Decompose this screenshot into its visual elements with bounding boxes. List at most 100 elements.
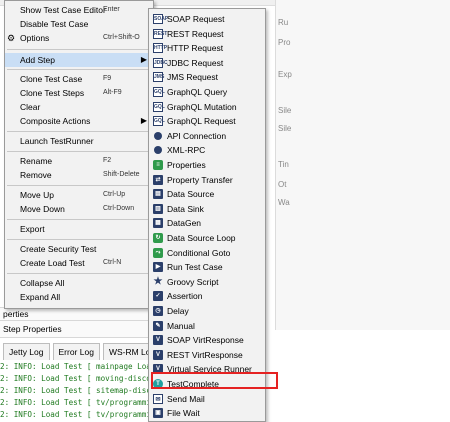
run-test-case-icon: ▶ <box>153 262 163 273</box>
properties-header-fragment: perties <box>0 307 153 321</box>
submenu-item-file-wait[interactable]: ▣ File Wait <box>149 406 265 421</box>
submenu-item-data-sink[interactable]: ▥ Data Sink <box>149 202 265 217</box>
submenu-item-property-transfer[interactable]: ⇄ Property Transfer <box>149 173 265 188</box>
menu-item-label: Collapse All <box>20 278 65 288</box>
menu-separator <box>7 239 151 240</box>
http-icon: HTTP <box>153 43 168 54</box>
gear-icon: ⚙ <box>7 33 16 43</box>
submenu-item-manual[interactable]: ✎ Manual <box>149 319 265 334</box>
submenu-item-datagen[interactable]: ▦ DataGen <box>149 216 265 231</box>
submenu-item-data-source[interactable]: ▤ Data Source <box>149 187 265 202</box>
menu-item-remove[interactable]: Remove Shift-Delete <box>5 168 153 182</box>
menu-item-show-test-case-editor[interactable]: Show Test Case Editor Enter <box>5 3 153 17</box>
shortcut-label: Ctrl-N <box>103 259 122 266</box>
xml-rpc-icon <box>154 146 162 155</box>
shortcut-label: F9 <box>103 75 112 82</box>
add-step-submenu: SOAP SOAP Request REST REST Request HTTP… <box>148 8 266 422</box>
menu-item-clone-test-steps[interactable]: Clone Test Steps Alt-F9 <box>5 86 153 100</box>
assertion-icon: ✓ <box>153 291 163 302</box>
submenu-item-graphql-mutation[interactable]: GQL GraphQL Mutation <box>149 100 265 115</box>
submenu-item-label: HTTP Request <box>167 43 224 54</box>
submenu-item-http-request[interactable]: HTTP HTTP Request <box>149 41 265 56</box>
menu-item-options[interactable]: ⚙ Options Ctrl+Shift-O <box>5 31 153 45</box>
right-label: Exp <box>278 70 292 79</box>
submenu-item-jdbc-request[interactable]: JDBC JDBC Request <box>149 56 265 71</box>
tab-error-log[interactable]: Error Log <box>52 343 100 360</box>
submenu-item-label: Data Sink <box>167 203 204 214</box>
submenu-item-xml-rpc[interactable]: XML-RPC <box>149 143 265 158</box>
right-label: Sile <box>278 124 292 133</box>
graphql-icon: GQL <box>153 116 165 127</box>
manual-icon: ✎ <box>153 320 163 331</box>
tab-jetty-log[interactable]: Jetty Log <box>3 343 50 360</box>
submenu-item-run-test-case[interactable]: ▶ Run Test Case <box>149 260 265 275</box>
shortcut-label: Enter <box>103 6 120 13</box>
shortcut-label: F2 <box>103 157 112 164</box>
submenu-item-label: Groovy Script <box>167 276 219 287</box>
shortcut-label: Ctrl+Shift-O <box>103 34 140 41</box>
menu-item-launch-testrunner[interactable]: Launch TestRunner <box>5 134 153 148</box>
submenu-item-label: GraphQL Query <box>167 87 228 97</box>
menu-separator <box>7 185 151 186</box>
log-tab-row: Jetty Log Error Log WS-RM Log <box>0 343 162 360</box>
submenu-item-label: REST VirtResponse <box>167 349 243 360</box>
submenu-item-rest-virtresponse[interactable]: V REST VirtResponse <box>149 348 265 363</box>
submenu-item-soap-virtresponse[interactable]: V SOAP VirtResponse <box>149 333 265 348</box>
submenu-item-conditional-goto[interactable]: ⤳ Conditional Goto <box>149 246 265 261</box>
menu-item-clear[interactable]: Clear <box>5 100 153 114</box>
menu-item-move-down[interactable]: Move Down Ctrl-Down <box>5 202 153 216</box>
data-source-icon: ▤ <box>153 189 163 200</box>
menu-item-create-security-test[interactable]: Create Security Test <box>5 242 153 256</box>
submenu-item-rest-request[interactable]: REST REST Request <box>149 27 265 42</box>
soap-virt-icon: V <box>153 335 163 346</box>
submenu-item-graphql-request[interactable]: GQL GraphQL Request <box>149 114 265 129</box>
menu-separator <box>7 131 151 132</box>
submenu-item-send-mail[interactable]: ✉ Send Mail <box>149 392 265 407</box>
submenu-item-delay[interactable]: ◷ Delay <box>149 304 265 319</box>
submenu-item-label: Delay <box>167 306 189 316</box>
submenu-item-virtual-service-runner[interactable]: V Virtual Service Runner <box>149 362 265 377</box>
submenu-item-soap-request[interactable]: SOAP SOAP Request <box>149 12 265 27</box>
submenu-item-graphql-query[interactable]: GQL GraphQL Query <box>149 85 265 100</box>
menu-item-label: Disable Test Case <box>20 19 89 29</box>
right-label: Pro <box>278 38 291 47</box>
delay-icon: ◷ <box>153 306 163 316</box>
menu-item-expand-all[interactable]: Expand All <box>5 290 153 304</box>
menu-item-clone-test-case[interactable]: Clone Test Case F9 <box>5 72 153 86</box>
submenu-item-label: Virtual Service Runner <box>167 364 252 375</box>
submenu-item-api-connection[interactable]: API Connection <box>149 129 265 144</box>
menu-item-disable-test-case[interactable]: Disable Test Case <box>5 17 153 31</box>
submenu-item-label: Property Transfer <box>167 174 233 185</box>
menu-item-label: Clone Test Steps <box>20 88 85 98</box>
step-properties-header[interactable]: Step Properties <box>0 320 153 338</box>
menu-item-add-step[interactable]: Add Step ▶ <box>5 53 153 67</box>
test-case-context-menu: Show Test Case Editor Enter Disable Test… <box>4 0 154 309</box>
menu-item-rename[interactable]: Rename F2 <box>5 154 153 168</box>
submenu-item-data-source-loop[interactable]: ↻ Data Source Loop <box>149 231 265 246</box>
menu-item-create-load-test[interactable]: Create Load Test Ctrl-N <box>5 256 153 270</box>
menu-item-export[interactable]: Export <box>5 222 153 236</box>
submenu-item-groovy-script[interactable]: ★ Groovy Script <box>149 275 265 290</box>
right-panel <box>275 0 450 330</box>
chevron-right-icon: ▶ <box>140 116 147 125</box>
menu-separator <box>7 69 151 70</box>
menu-item-move-up[interactable]: Move Up Ctrl-Up <box>5 188 153 202</box>
soap-icon: SOAP <box>153 14 169 24</box>
submenu-item-jms-request[interactable]: JMS JMS Request <box>149 70 265 85</box>
right-label: Tin <box>278 160 289 169</box>
virtual-runner-icon: V <box>153 364 163 375</box>
right-label: Wa <box>278 198 290 207</box>
data-source-loop-icon: ↻ <box>153 233 163 243</box>
right-label: Ru <box>278 18 289 27</box>
menu-item-composite-actions[interactable]: Composite Actions ▶ <box>5 114 153 128</box>
graphql-icon: GQL <box>153 87 165 97</box>
submenu-item-label: REST Request <box>167 28 224 39</box>
submenu-item-assertion[interactable]: ✓ Assertion <box>149 289 265 304</box>
menu-separator <box>7 49 151 50</box>
menu-item-collapse-all[interactable]: Collapse All <box>5 276 153 290</box>
menu-separator <box>7 151 151 152</box>
submenu-item-label: Data Source <box>167 189 215 200</box>
submenu-item-properties[interactable]: ≡ Properties <box>149 158 265 173</box>
conditional-goto-icon: ⤳ <box>153 247 163 258</box>
submenu-item-testcomplete[interactable]: T TestComplete <box>149 377 265 392</box>
